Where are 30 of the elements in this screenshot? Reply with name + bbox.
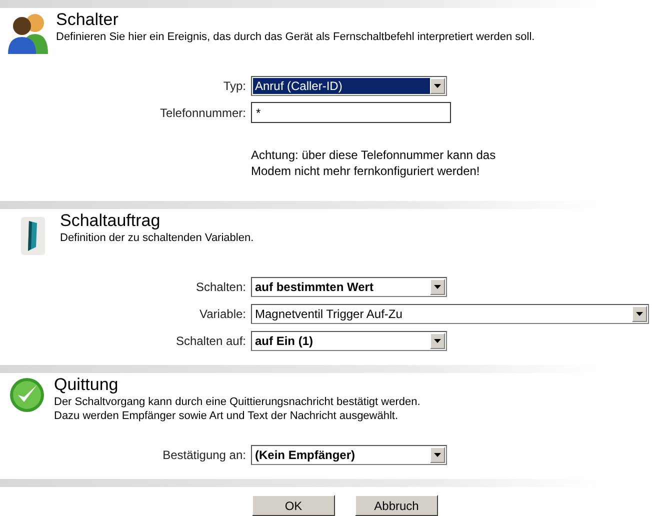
section-title: Schalter <box>56 10 120 30</box>
dropdown[interactable]: Anruf (Caller-ID) <box>251 76 447 96</box>
field-label: Typ: <box>222 79 246 93</box>
field-label: Variable: <box>198 307 246 321</box>
input-field[interactable]: * <box>251 102 451 123</box>
section-description: Der Schaltvorgang kann durch eine Quittierungsnachricht bestätigt werden. <box>54 395 420 409</box>
ok-button[interactable]: OK <box>252 495 335 516</box>
switch-icon <box>18 215 48 257</box>
caret-icon <box>434 285 441 289</box>
warning-text: Modem nicht mehr fernkonfiguriert werden! <box>251 163 481 179</box>
field-label: Schalten auf: <box>174 334 246 348</box>
dropdown[interactable]: Magnetventil Trigger Auf-Zu <box>251 304 649 324</box>
section-title: Quittung <box>54 375 120 395</box>
caret-icon <box>434 339 441 343</box>
warning-text: Achtung: über diese Telefonnummer kann das <box>251 147 497 163</box>
check-icon <box>9 377 45 413</box>
field-label: Bestätigung an: <box>162 448 246 462</box>
field-label: Telefonnummer: <box>158 106 246 120</box>
dropdown[interactable]: auf Ein (1) <box>251 331 447 351</box>
caret-icon <box>636 312 643 316</box>
section-description: Dazu werden Empfänger sowie Art und Text der Nachricht ausgewählt. <box>54 409 400 423</box>
section-description: Definition der zu schaltenden Variablen. <box>60 231 254 245</box>
section-description: Definieren Sie hier ein Ereignis, das durch das Gerät als Fernschaltbefehl interpretiert werden soll. <box>56 30 535 44</box>
section-title: Schaltauftrag <box>60 211 162 231</box>
cancel-button[interactable]: Abbruch <box>355 495 438 516</box>
field-label: Schalten: <box>194 280 246 294</box>
caret-icon <box>434 84 441 88</box>
dropdown[interactable]: (Kein Empfänger) <box>251 445 447 465</box>
caret-icon <box>434 453 441 457</box>
dropdown[interactable]: auf bestimmten Wert <box>251 277 447 297</box>
